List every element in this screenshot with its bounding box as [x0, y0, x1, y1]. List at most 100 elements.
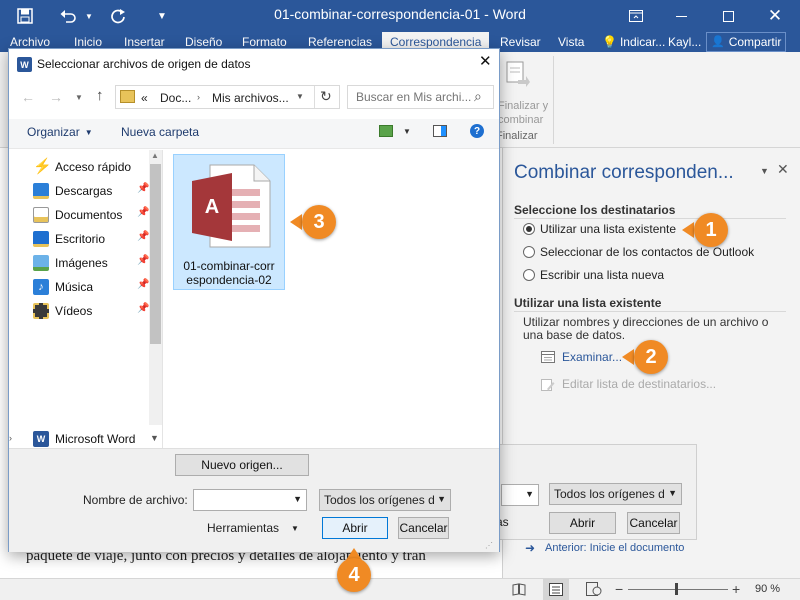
callout-2: 2	[634, 340, 668, 374]
chevron-down-icon: ▼	[437, 494, 446, 504]
pane-close-icon[interactable]: ✕	[777, 161, 789, 178]
pin-icon[interactable]: 📌	[137, 255, 149, 266]
nav-music[interactable]: ♪ Música	[33, 277, 93, 297]
tab-revisar[interactable]: Revisar	[496, 32, 545, 52]
nav-desktop[interactable]: Escritorio	[33, 229, 105, 249]
close-window-icon[interactable]: ✕	[760, 0, 790, 32]
pin-icon[interactable]: 📌	[137, 303, 149, 314]
expand-chevron-icon[interactable]: ›	[9, 433, 12, 443]
search-input[interactable]	[348, 86, 472, 108]
zoom-slider[interactable]	[628, 589, 728, 590]
finish-merge-button[interactable]: Finalizar y combinar	[498, 58, 548, 126]
chevron-down-icon: ▼	[668, 488, 677, 498]
maximize-icon[interactable]	[714, 0, 742, 32]
collapse-chevron-icon[interactable]: ▼	[150, 433, 159, 443]
browse-link[interactable]: Examinar...	[562, 350, 622, 364]
preview-pane-icon[interactable]	[433, 125, 447, 137]
radio-new-list-label[interactable]: Escribir una lista nueva	[540, 268, 664, 282]
nav-videos[interactable]: Vídeos	[33, 301, 92, 321]
nav-pictures[interactable]: Imágenes	[33, 253, 108, 273]
nav-microsoft-word[interactable]: W Microsoft Word	[33, 429, 135, 449]
view-options-icon[interactable]	[379, 125, 393, 137]
tab-vista[interactable]: Vista	[554, 32, 588, 52]
previous-step-link[interactable]: Anterior: Inicie el documento	[545, 542, 684, 554]
search-icon[interactable]: ⌕	[474, 88, 482, 105]
back-arrow-icon[interactable]: ➜	[525, 541, 535, 555]
resize-grip-icon[interactable]: ⋰	[485, 541, 493, 550]
ribbon-display-icon[interactable]	[622, 0, 650, 32]
file-item-access-db[interactable]: A 01-combinar-corr espondencia-02	[173, 154, 285, 290]
recent-locations-icon[interactable]: ▼	[75, 93, 83, 102]
radio-outlook-contacts-label[interactable]: Seleccionar de los contactos de Outlook	[540, 245, 754, 259]
filename-input[interactable]: ▼	[193, 489, 307, 511]
cancel-button[interactable]: Cancelar	[398, 517, 449, 539]
callout-1: 1	[694, 213, 728, 247]
nav-scrollbar[interactable]: ▲	[149, 150, 162, 425]
radio-outlook-contacts[interactable]	[523, 246, 535, 258]
documents-icon	[33, 207, 49, 223]
status-bar: − + 90 %	[0, 578, 800, 600]
new-source-button[interactable]: Nuevo origen...	[175, 454, 309, 476]
share-button[interactable]: 👤 Compartir	[706, 32, 787, 52]
pictures-icon	[33, 255, 49, 271]
nav-downloads[interactable]: Descargas	[33, 181, 112, 201]
chevron-down-icon: ▼	[525, 489, 534, 499]
pane-title: Combinar corresponden...	[514, 162, 734, 183]
callout-3: 3	[302, 205, 336, 239]
organize-button[interactable]: Organizar ▼	[27, 125, 93, 139]
edit-recipients-link: Editar lista de destinatarios...	[562, 377, 717, 391]
forward-icon[interactable]: →	[49, 89, 63, 105]
back-icon[interactable]: ←	[21, 89, 35, 105]
zoom-out-icon[interactable]: −	[615, 582, 623, 596]
breadcrumb-chevron-icon: ›	[197, 92, 200, 102]
nav-documents[interactable]: Documentos	[33, 205, 122, 225]
word-app-icon: W	[17, 57, 32, 72]
tell-me-box[interactable]: 💡 Indicar...	[598, 32, 669, 52]
pin-icon[interactable]: 📌	[137, 183, 149, 194]
pin-icon[interactable]: 📌	[137, 207, 149, 218]
nav-videos-label: Vídeos	[55, 304, 93, 318]
address-bar[interactable]: « Doc... › Mis archivos... ▼ ↻	[115, 85, 340, 109]
help-icon[interactable]: ?	[470, 124, 484, 138]
print-layout-icon[interactable]	[543, 579, 569, 600]
address-dropdown-icon[interactable]: ▼	[296, 92, 304, 101]
breadcrumb-overflow[interactable]: «	[141, 91, 148, 105]
search-box[interactable]: ⌕	[347, 85, 494, 109]
nav-desktop-label: Escritorio	[55, 232, 106, 246]
pin-icon[interactable]: 📌	[137, 231, 149, 242]
zoom-slider-thumb[interactable]	[675, 583, 678, 595]
read-mode-icon[interactable]	[512, 582, 526, 596]
open-button[interactable]: Abrir	[322, 517, 388, 539]
user-name[interactable]: Kayl...	[664, 32, 705, 52]
tools-button[interactable]: Herramientas ▼	[207, 521, 299, 535]
web-layout-icon[interactable]	[586, 582, 602, 596]
nav-quick-access[interactable]: ⚡ Acceso rápido	[33, 157, 131, 177]
pin-icon[interactable]: 📌	[137, 279, 149, 290]
dialog-title: Seleccionar archivos de origen de datos	[37, 57, 251, 71]
file-type-select[interactable]: Todos los orígenes d ▼	[319, 489, 451, 511]
scroll-up-icon[interactable]: ▲	[151, 151, 159, 160]
radio-new-list[interactable]	[523, 269, 535, 281]
select-data-source-dialog: W Seleccionar archivos de origen de dato…	[8, 48, 500, 552]
dialog-close-icon[interactable]: ✕	[479, 52, 492, 70]
callout-3-pointer	[290, 214, 302, 230]
separator	[314, 86, 315, 108]
minimize-icon[interactable]	[668, 0, 694, 32]
folder-icon	[120, 90, 135, 103]
nav-pictures-label: Imágenes	[55, 256, 108, 270]
desktop-icon	[33, 231, 49, 247]
pane-options-icon[interactable]: ▼	[760, 166, 769, 176]
zoom-in-icon[interactable]: +	[732, 581, 740, 597]
new-folder-button[interactable]: Nueva carpeta	[121, 125, 199, 139]
refresh-icon[interactable]: ↻	[320, 88, 332, 105]
view-dropdown-icon[interactable]: ▼	[403, 127, 411, 136]
zoom-level[interactable]: 90 %	[755, 583, 780, 595]
breadcrumb-my-files[interactable]: Mis archivos...	[212, 91, 289, 105]
finish-merge-icon	[506, 61, 530, 87]
radio-existing-list[interactable]	[523, 223, 535, 235]
breadcrumb-documents[interactable]: Doc...	[160, 91, 191, 105]
radio-existing-list-label[interactable]: Utilizar una lista existente	[540, 222, 676, 236]
nav-scrollbar-thumb[interactable]	[150, 164, 161, 344]
access-file-icon: A	[192, 164, 271, 248]
up-icon[interactable]: ↑	[96, 87, 104, 104]
